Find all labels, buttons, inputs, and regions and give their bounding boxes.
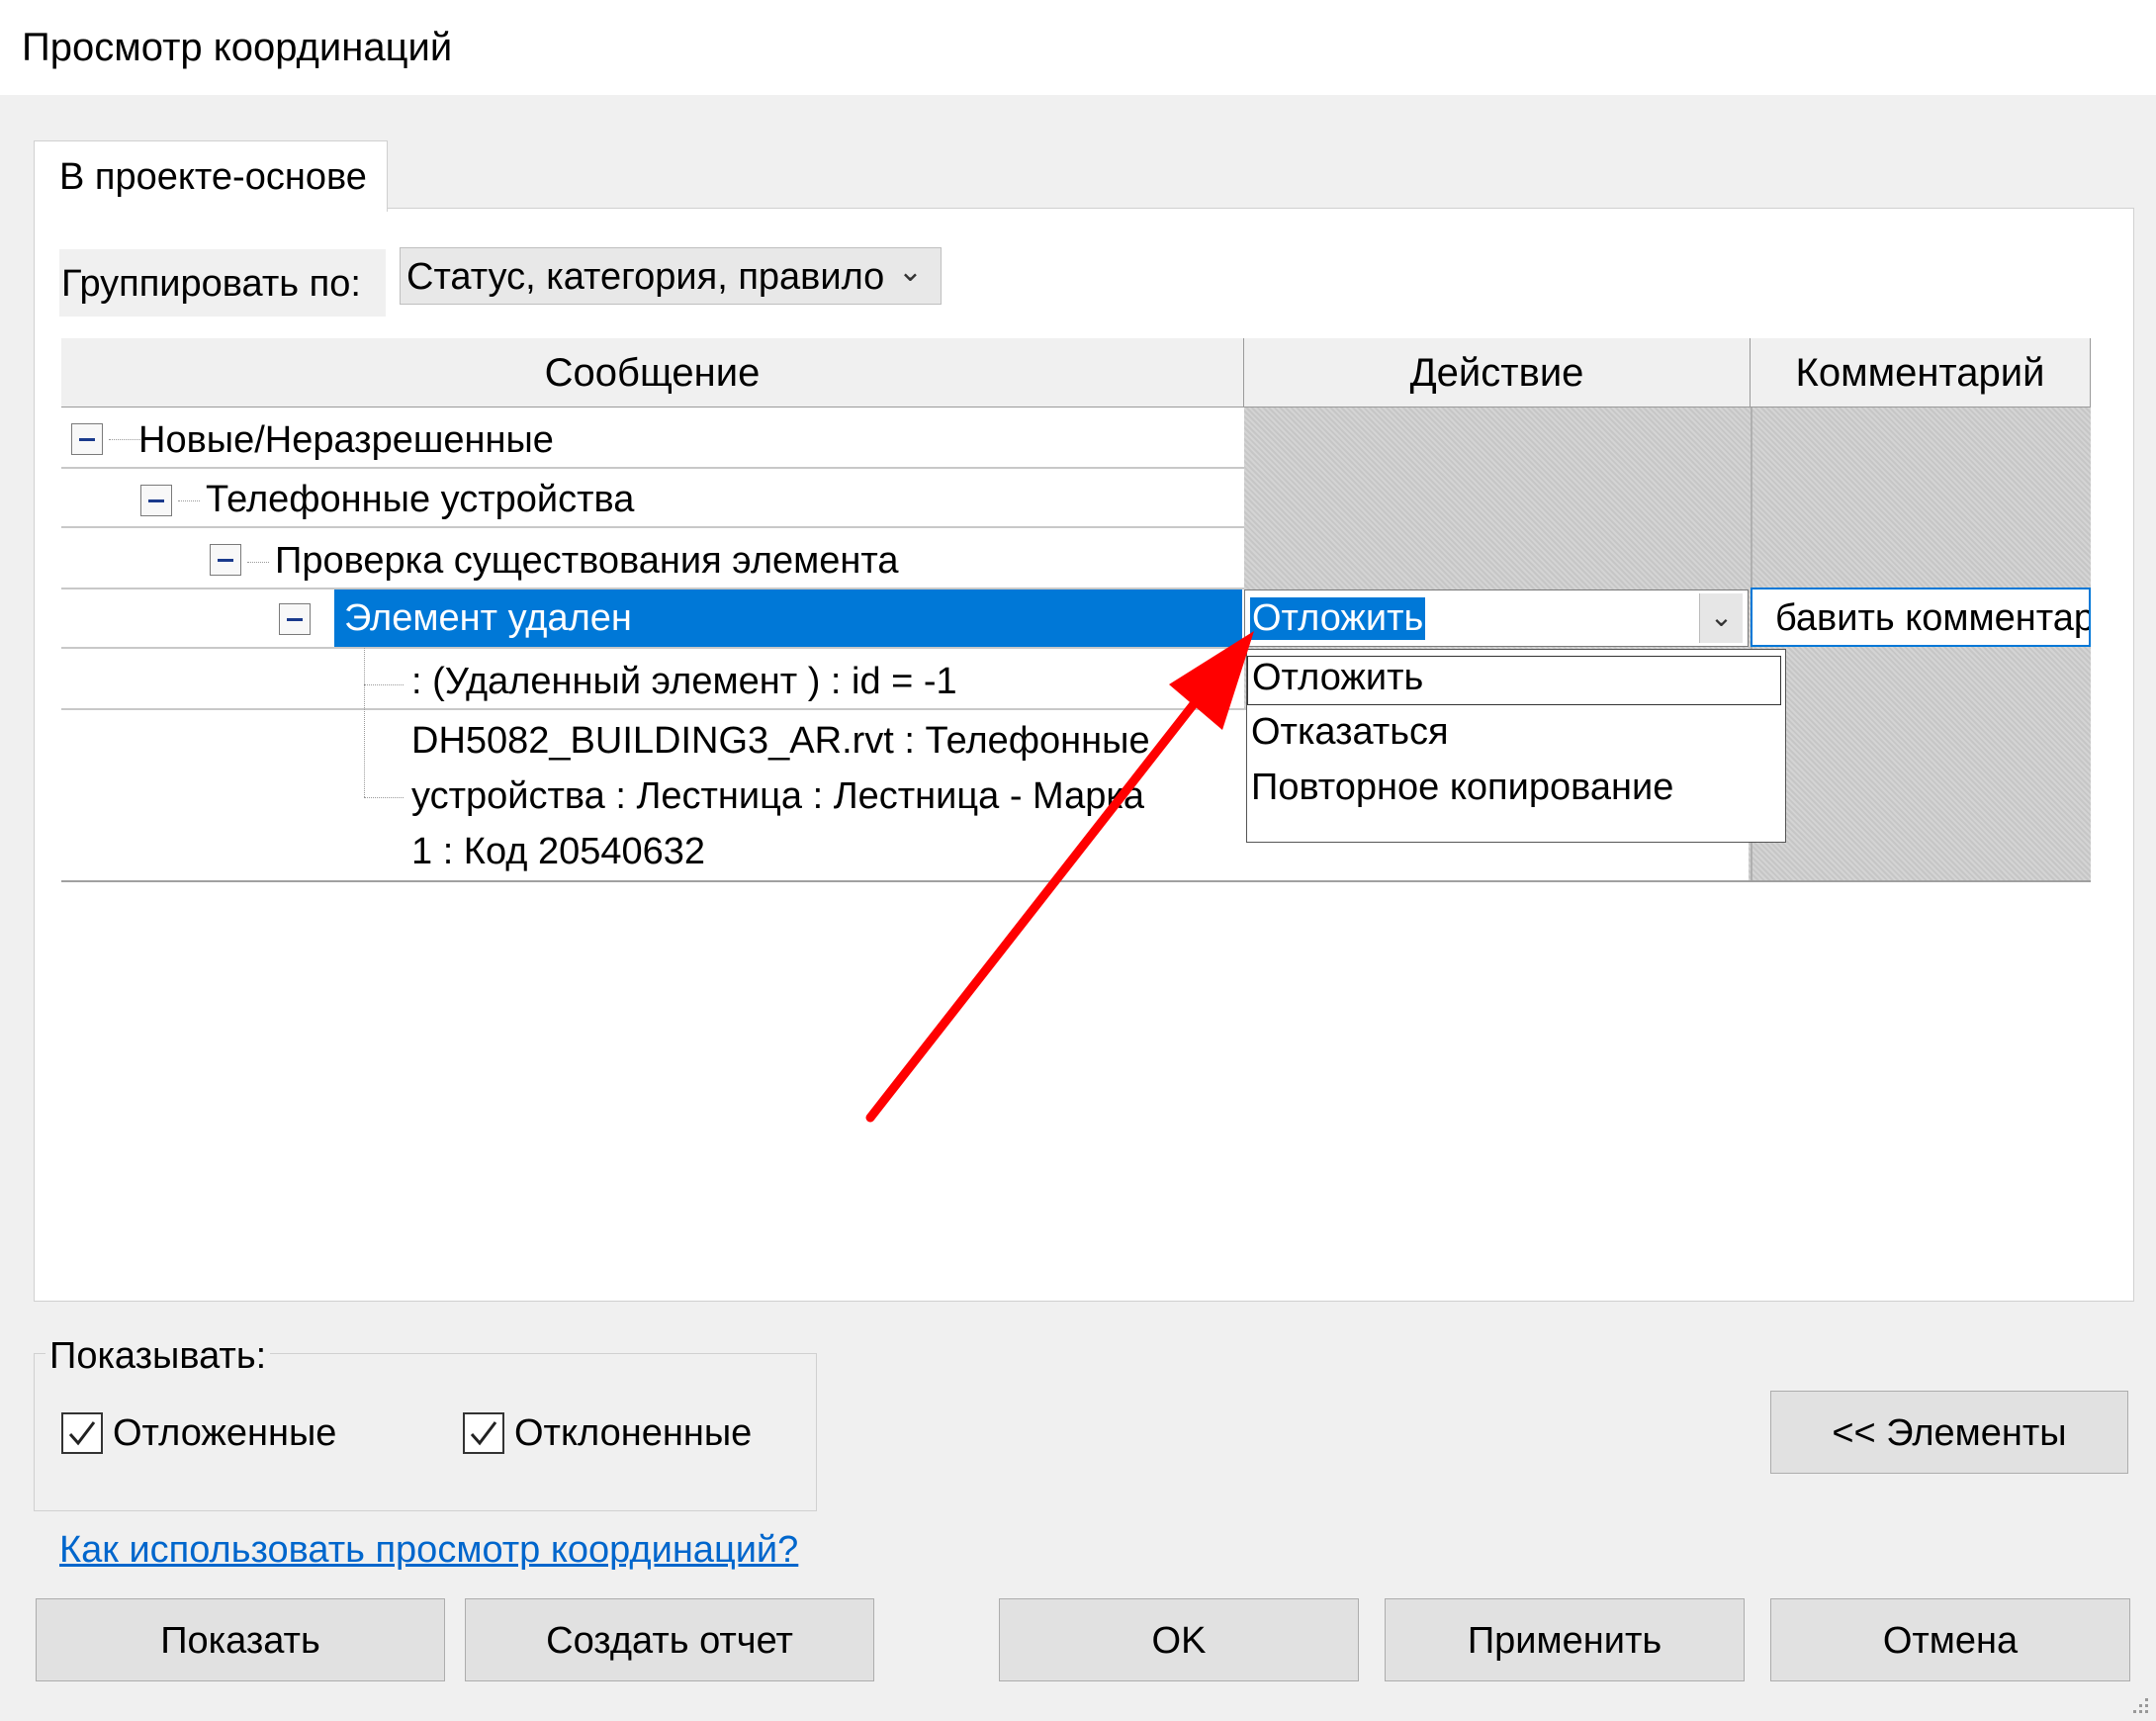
annotation-arrow (865, 631, 1254, 1123)
